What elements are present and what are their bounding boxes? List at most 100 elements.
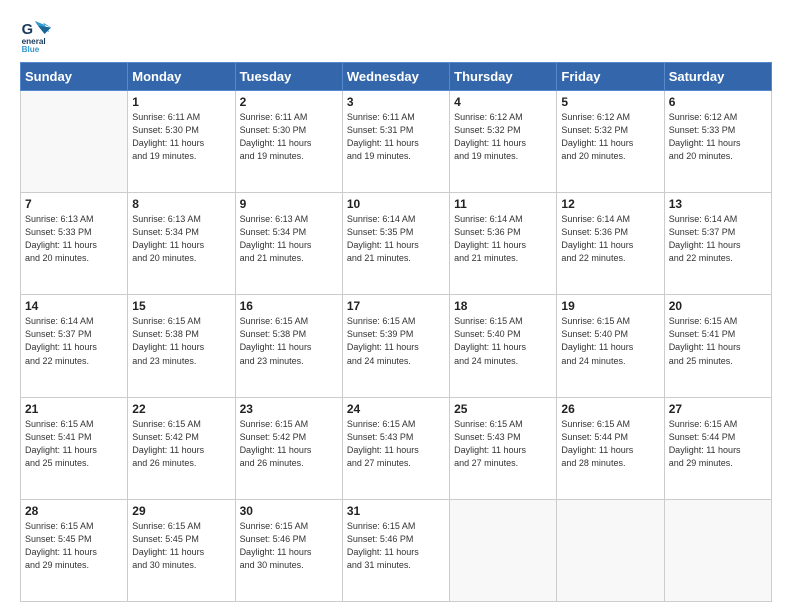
day-info: Sunrise: 6:11 AM Sunset: 5:31 PM Dayligh… — [347, 111, 445, 163]
calendar-cell: 11 Sunrise: 6:14 AM Sunset: 5:36 PM Dayli… — [450, 193, 557, 295]
calendar-cell: 13 Sunrise: 6:14 AM Sunset: 5:37 PM Dayli… — [664, 193, 771, 295]
day-info: Sunrise: 6:12 AM Sunset: 5:33 PM Dayligh… — [669, 111, 767, 163]
week-row-0: 1 Sunrise: 6:11 AM Sunset: 5:30 PM Daylig… — [21, 91, 772, 193]
calendar-cell: 2 Sunrise: 6:11 AM Sunset: 5:30 PM Daylig… — [235, 91, 342, 193]
calendar-cell: 1 Sunrise: 6:11 AM Sunset: 5:30 PM Daylig… — [128, 91, 235, 193]
calendar-cell: 31 Sunrise: 6:15 AM Sunset: 5:46 PM Dayli… — [342, 499, 449, 601]
weekday-header-row: SundayMondayTuesdayWednesdayThursdayFrid… — [21, 63, 772, 91]
day-info: Sunrise: 6:15 AM Sunset: 5:38 PM Dayligh… — [240, 315, 338, 367]
day-number: 20 — [669, 299, 767, 313]
day-info: Sunrise: 6:15 AM Sunset: 5:41 PM Dayligh… — [25, 418, 123, 470]
day-number: 11 — [454, 197, 552, 211]
week-row-2: 14 Sunrise: 6:14 AM Sunset: 5:37 PM Dayli… — [21, 295, 772, 397]
calendar-cell — [21, 91, 128, 193]
day-number: 12 — [561, 197, 659, 211]
day-info: Sunrise: 6:15 AM Sunset: 5:41 PM Dayligh… — [669, 315, 767, 367]
calendar-cell: 6 Sunrise: 6:12 AM Sunset: 5:33 PM Daylig… — [664, 91, 771, 193]
day-number: 24 — [347, 402, 445, 416]
weekday-header-thursday: Thursday — [450, 63, 557, 91]
day-info: Sunrise: 6:14 AM Sunset: 5:37 PM Dayligh… — [669, 213, 767, 265]
logo: G eneral Blue — [20, 16, 60, 52]
calendar-cell: 9 Sunrise: 6:13 AM Sunset: 5:34 PM Daylig… — [235, 193, 342, 295]
day-number: 3 — [347, 95, 445, 109]
calendar-cell: 22 Sunrise: 6:15 AM Sunset: 5:42 PM Dayli… — [128, 397, 235, 499]
calendar-cell: 17 Sunrise: 6:15 AM Sunset: 5:39 PM Dayli… — [342, 295, 449, 397]
day-info: Sunrise: 6:13 AM Sunset: 5:34 PM Dayligh… — [132, 213, 230, 265]
header: G eneral Blue — [20, 16, 772, 52]
day-info: Sunrise: 6:11 AM Sunset: 5:30 PM Dayligh… — [240, 111, 338, 163]
day-number: 17 — [347, 299, 445, 313]
calendar-cell: 29 Sunrise: 6:15 AM Sunset: 5:45 PM Dayli… — [128, 499, 235, 601]
day-number: 23 — [240, 402, 338, 416]
day-number: 29 — [132, 504, 230, 518]
svg-text:G: G — [22, 22, 33, 38]
calendar-cell: 4 Sunrise: 6:12 AM Sunset: 5:32 PM Daylig… — [450, 91, 557, 193]
calendar-cell: 23 Sunrise: 6:15 AM Sunset: 5:42 PM Dayli… — [235, 397, 342, 499]
day-info: Sunrise: 6:15 AM Sunset: 5:46 PM Dayligh… — [240, 520, 338, 572]
calendar-cell: 24 Sunrise: 6:15 AM Sunset: 5:43 PM Dayli… — [342, 397, 449, 499]
day-info: Sunrise: 6:15 AM Sunset: 5:46 PM Dayligh… — [347, 520, 445, 572]
weekday-header-sunday: Sunday — [21, 63, 128, 91]
day-number: 31 — [347, 504, 445, 518]
calendar-cell: 26Sunrise: 6:15 AM Sunset: 5:44 PM Dayli… — [557, 397, 664, 499]
day-info: Sunrise: 6:15 AM Sunset: 5:39 PM Dayligh… — [347, 315, 445, 367]
page: G eneral Blue SundayMondayTuesdayWednesd… — [0, 0, 792, 612]
day-number: 6 — [669, 95, 767, 109]
calendar-cell: 16 Sunrise: 6:15 AM Sunset: 5:38 PM Dayli… — [235, 295, 342, 397]
logo-icon: G eneral Blue — [20, 16, 56, 52]
day-number: 14 — [25, 299, 123, 313]
day-number: 10 — [347, 197, 445, 211]
day-number: 7 — [25, 197, 123, 211]
day-info: Sunrise: 6:13 AM Sunset: 5:34 PM Dayligh… — [240, 213, 338, 265]
weekday-header-wednesday: Wednesday — [342, 63, 449, 91]
day-info: Sunrise: 6:15 AM Sunset: 5:44 PM Dayligh… — [669, 418, 767, 470]
day-info: Sunrise: 6:14 AM Sunset: 5:35 PM Dayligh… — [347, 213, 445, 265]
week-row-4: 28 Sunrise: 6:15 AM Sunset: 5:45 PM Dayli… — [21, 499, 772, 601]
calendar-cell: 30Sunrise: 6:15 AM Sunset: 5:46 PM Dayli… — [235, 499, 342, 601]
calendar-cell: 10 Sunrise: 6:14 AM Sunset: 5:35 PM Dayli… — [342, 193, 449, 295]
day-info: Sunrise: 6:15 AM Sunset: 5:42 PM Dayligh… — [132, 418, 230, 470]
day-info: Sunrise: 6:12 AM Sunset: 5:32 PM Dayligh… — [454, 111, 552, 163]
day-info: Sunrise: 6:11 AM Sunset: 5:30 PM Dayligh… — [132, 111, 230, 163]
day-number: 4 — [454, 95, 552, 109]
day-info: Sunrise: 6:12 AM Sunset: 5:32 PM Dayligh… — [561, 111, 659, 163]
calendar-cell: 19Sunrise: 6:15 AM Sunset: 5:40 PM Dayli… — [557, 295, 664, 397]
calendar-cell: 7 Sunrise: 6:13 AM Sunset: 5:33 PM Daylig… — [21, 193, 128, 295]
day-info: Sunrise: 6:14 AM Sunset: 5:37 PM Dayligh… — [25, 315, 123, 367]
calendar-cell: 18 Sunrise: 6:15 AM Sunset: 5:40 PM Dayli… — [450, 295, 557, 397]
day-number: 15 — [132, 299, 230, 313]
day-number: 18 — [454, 299, 552, 313]
day-info: Sunrise: 6:13 AM Sunset: 5:33 PM Dayligh… — [25, 213, 123, 265]
calendar-cell: 14 Sunrise: 6:14 AM Sunset: 5:37 PM Dayli… — [21, 295, 128, 397]
day-number: 22 — [132, 402, 230, 416]
calendar-cell: 28Sunrise: 6:15 AM Sunset: 5:45 PM Dayli… — [21, 499, 128, 601]
day-info: Sunrise: 6:14 AM Sunset: 5:36 PM Dayligh… — [454, 213, 552, 265]
day-number: 21 — [25, 402, 123, 416]
day-number: 27 — [669, 402, 767, 416]
calendar-cell: 20 Sunrise: 6:15 AM Sunset: 5:41 PM Dayli… — [664, 295, 771, 397]
calendar-cell: 8 Sunrise: 6:13 AM Sunset: 5:34 PM Daylig… — [128, 193, 235, 295]
day-number: 2 — [240, 95, 338, 109]
day-info: Sunrise: 6:15 AM Sunset: 5:43 PM Dayligh… — [347, 418, 445, 470]
weekday-header-monday: Monday — [128, 63, 235, 91]
calendar-cell: 5Sunrise: 6:12 AM Sunset: 5:32 PM Daylig… — [557, 91, 664, 193]
day-info: Sunrise: 6:15 AM Sunset: 5:43 PM Dayligh… — [454, 418, 552, 470]
week-row-1: 7 Sunrise: 6:13 AM Sunset: 5:33 PM Daylig… — [21, 193, 772, 295]
day-info: Sunrise: 6:14 AM Sunset: 5:36 PM Dayligh… — [561, 213, 659, 265]
calendar-cell — [557, 499, 664, 601]
day-info: Sunrise: 6:15 AM Sunset: 5:45 PM Dayligh… — [132, 520, 230, 572]
day-number: 16 — [240, 299, 338, 313]
svg-text:Blue: Blue — [22, 45, 40, 52]
day-info: Sunrise: 6:15 AM Sunset: 5:40 PM Dayligh… — [454, 315, 552, 367]
day-number: 13 — [669, 197, 767, 211]
week-row-3: 21 Sunrise: 6:15 AM Sunset: 5:41 PM Dayli… — [21, 397, 772, 499]
calendar-cell: 21 Sunrise: 6:15 AM Sunset: 5:41 PM Dayli… — [21, 397, 128, 499]
day-number: 1 — [132, 95, 230, 109]
day-info: Sunrise: 6:15 AM Sunset: 5:42 PM Dayligh… — [240, 418, 338, 470]
day-number: 9 — [240, 197, 338, 211]
day-number: 28 — [25, 504, 123, 518]
day-number: 8 — [132, 197, 230, 211]
calendar-cell: 27 Sunrise: 6:15 AM Sunset: 5:44 PM Dayli… — [664, 397, 771, 499]
calendar-cell: 15 Sunrise: 6:15 AM Sunset: 5:38 PM Dayli… — [128, 295, 235, 397]
day-info: Sunrise: 6:15 AM Sunset: 5:38 PM Dayligh… — [132, 315, 230, 367]
